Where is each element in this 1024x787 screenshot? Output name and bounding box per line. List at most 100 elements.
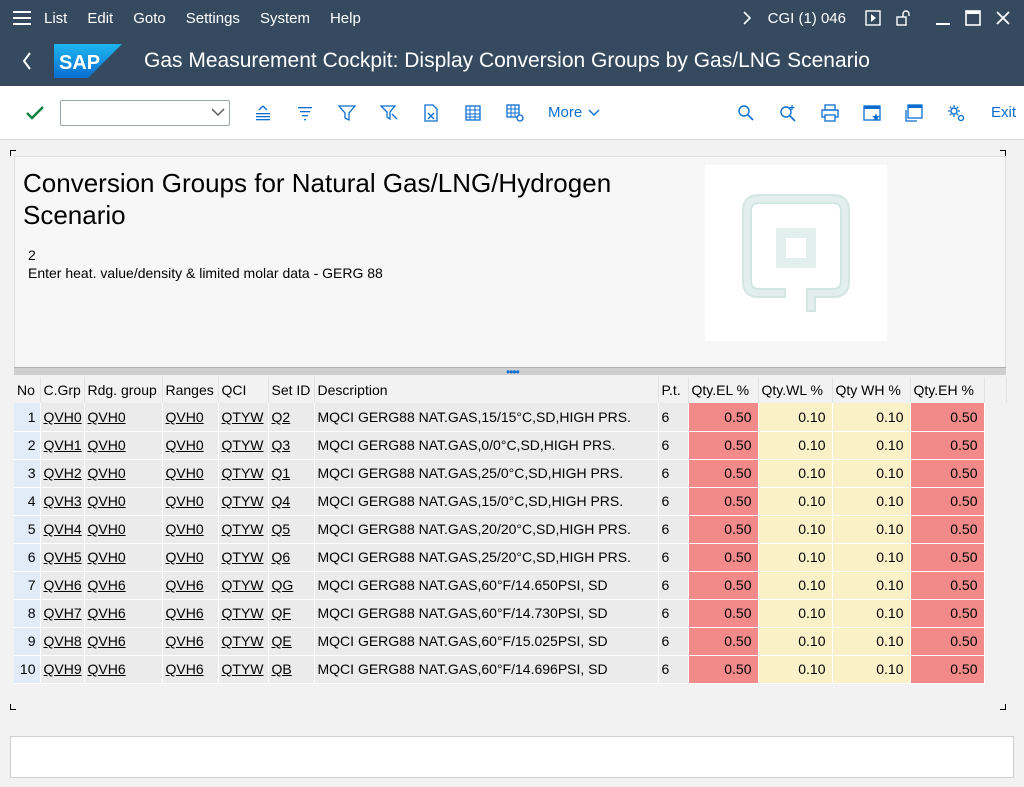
conversion-group-link[interactable]: QVH7 [40, 599, 85, 628]
export-excel-icon[interactable] [410, 93, 452, 133]
ranges-link[interactable]: QVH6 [162, 571, 219, 600]
ranges-link[interactable]: QVH0 [162, 459, 219, 488]
hamburger-menu-icon[interactable] [0, 11, 44, 25]
filter-icon[interactable] [326, 93, 368, 133]
set-id-link[interactable]: Q6 [268, 543, 315, 572]
table-row[interactable]: 10 QVH9 QVH6 QVH6 QTYW QB MQCI GERG88 NAT.GAS,… [14, 655, 1006, 684]
menu-help[interactable]: Help [330, 10, 361, 27]
reading-group-link[interactable]: QVH0 [84, 459, 163, 488]
qci-link[interactable]: QTYW [218, 543, 269, 572]
add-favorite-icon[interactable] [851, 93, 893, 133]
reading-group-link[interactable]: QVH6 [84, 571, 163, 600]
conversion-group-link[interactable]: QVH1 [40, 431, 85, 460]
conversion-group-link[interactable]: QVH5 [40, 543, 85, 572]
conversion-group-link[interactable]: QVH4 [40, 515, 85, 544]
qci-link[interactable]: QTYW [218, 487, 269, 516]
new-window-icon[interactable] [893, 93, 935, 133]
ranges-link[interactable]: QVH0 [162, 431, 219, 460]
ranges-link[interactable]: QVH0 [162, 403, 219, 432]
table-row[interactable]: 9 QVH8 QVH6 QVH6 QTYW QE MQCI GERG88 NAT.GAS,6… [14, 627, 1006, 656]
table-row[interactable]: 1 QVH0 QVH0 QVH0 QTYW Q2 MQCI GERG88 NAT.GAS,1… [14, 403, 1006, 432]
unlock-icon[interactable] [888, 10, 918, 26]
col-header-qty-wh[interactable]: Qty WH % [832, 377, 911, 403]
reading-group-link[interactable]: QVH6 [84, 655, 163, 684]
col-header-rdg-group[interactable]: Rdg. group [84, 377, 163, 403]
close-icon[interactable] [988, 11, 1018, 25]
reading-group-link[interactable]: QVH0 [84, 487, 163, 516]
table-row[interactable]: 7 QVH6 QVH6 QVH6 QTYW QG MQCI GERG88 NAT.GAS,6… [14, 571, 1006, 600]
minimize-icon[interactable] [928, 10, 958, 26]
table-settings-icon[interactable] [494, 93, 536, 133]
set-id-link[interactable]: Q2 [268, 403, 315, 432]
back-icon[interactable] [0, 52, 54, 70]
menu-list[interactable]: List [44, 10, 67, 27]
col-header-qci[interactable]: QCI [218, 377, 269, 403]
table-row[interactable]: 3 QVH2 QVH0 QVH0 QTYW Q1 MQCI GERG88 NAT.GAS,2… [14, 459, 1006, 488]
sort-descending-icon[interactable] [284, 93, 326, 133]
chevron-down-icon[interactable] [211, 105, 225, 124]
set-id-link[interactable]: Q5 [268, 515, 315, 544]
set-filter-icon[interactable] [368, 93, 410, 133]
conversion-group-link[interactable]: QVH9 [40, 655, 85, 684]
confirm-check-icon[interactable] [14, 93, 56, 133]
qci-link[interactable]: QTYW [218, 403, 269, 432]
ranges-link[interactable]: QVH6 [162, 627, 219, 656]
ranges-link[interactable]: QVH0 [162, 543, 219, 572]
col-header-qty-eh[interactable]: Qty.EH % [910, 377, 985, 403]
ranges-link[interactable]: QVH6 [162, 599, 219, 628]
command-field[interactable] [60, 99, 230, 126]
set-id-link[interactable]: Q1 [268, 459, 315, 488]
menu-edit[interactable]: Edit [87, 10, 113, 27]
set-id-link[interactable]: Q3 [268, 431, 315, 460]
settings-icon[interactable] [935, 93, 977, 133]
qci-link[interactable]: QTYW [218, 599, 269, 628]
col-header-no[interactable]: No [14, 377, 41, 403]
command-input[interactable] [61, 100, 201, 125]
conversion-group-link[interactable]: QVH2 [40, 459, 85, 488]
reading-group-link[interactable]: QVH0 [84, 543, 163, 572]
more-button[interactable]: More [548, 104, 600, 121]
qci-link[interactable]: QTYW [218, 571, 269, 600]
set-id-link[interactable]: QG [268, 571, 315, 600]
search-next-icon[interactable] [767, 93, 809, 133]
play-icon[interactable] [858, 10, 888, 26]
set-id-link[interactable]: QE [268, 627, 315, 656]
set-id-link[interactable]: Q4 [268, 487, 315, 516]
table-row[interactable]: 4 QVH3 QVH0 QVH0 QTYW Q4 MQCI GERG88 NAT.GAS,1… [14, 487, 1006, 516]
conversion-group-link[interactable]: QVH6 [40, 571, 85, 600]
reading-group-link[interactable]: QVH0 [84, 431, 163, 460]
col-header-qty-wl[interactable]: Qty.WL % [758, 377, 833, 403]
reading-group-link[interactable]: QVH0 [84, 403, 163, 432]
maximize-icon[interactable] [958, 10, 988, 26]
reading-group-link[interactable]: QVH6 [84, 599, 163, 628]
search-icon[interactable] [725, 93, 767, 133]
set-id-link[interactable]: QF [268, 599, 315, 628]
table-row[interactable]: 8 QVH7 QVH6 QVH6 QTYW QF MQCI GERG88 NAT.GAS,6… [14, 599, 1006, 628]
ranges-link[interactable]: QVH0 [162, 515, 219, 544]
qci-link[interactable]: QTYW [218, 627, 269, 656]
exit-button[interactable]: Exit [991, 104, 1016, 121]
menu-goto[interactable]: Goto [133, 10, 166, 27]
table-row[interactable]: 6 QVH5 QVH0 QVH0 QTYW Q6 MQCI GERG88 NAT.GAS,2… [14, 543, 1006, 572]
qci-link[interactable]: QTYW [218, 459, 269, 488]
table-layout-icon[interactable] [452, 93, 494, 133]
ranges-link[interactable]: QVH0 [162, 487, 219, 516]
chevron-right-icon[interactable] [732, 11, 762, 25]
col-header-pt[interactable]: P.t. [658, 377, 689, 403]
reading-group-link[interactable]: QVH6 [84, 627, 163, 656]
menu-system[interactable]: System [260, 10, 310, 27]
col-header-ranges[interactable]: Ranges [162, 377, 219, 403]
col-header-cgrp[interactable]: C.Grp [40, 377, 85, 403]
conversion-group-link[interactable]: QVH8 [40, 627, 85, 656]
reading-group-link[interactable]: QVH0 [84, 515, 163, 544]
ranges-link[interactable]: QVH6 [162, 655, 219, 684]
set-id-link[interactable]: QB [268, 655, 315, 684]
conversion-group-link[interactable]: QVH0 [40, 403, 85, 432]
conversion-group-link[interactable]: QVH3 [40, 487, 85, 516]
table-row[interactable]: 5 QVH4 QVH0 QVH0 QTYW Q5 MQCI GERG88 NAT.GAS,2… [14, 515, 1006, 544]
print-icon[interactable] [809, 93, 851, 133]
col-header-description[interactable]: Description [314, 377, 659, 403]
qci-link[interactable]: QTYW [218, 515, 269, 544]
menu-settings[interactable]: Settings [186, 10, 240, 27]
qci-link[interactable]: QTYW [218, 655, 269, 684]
